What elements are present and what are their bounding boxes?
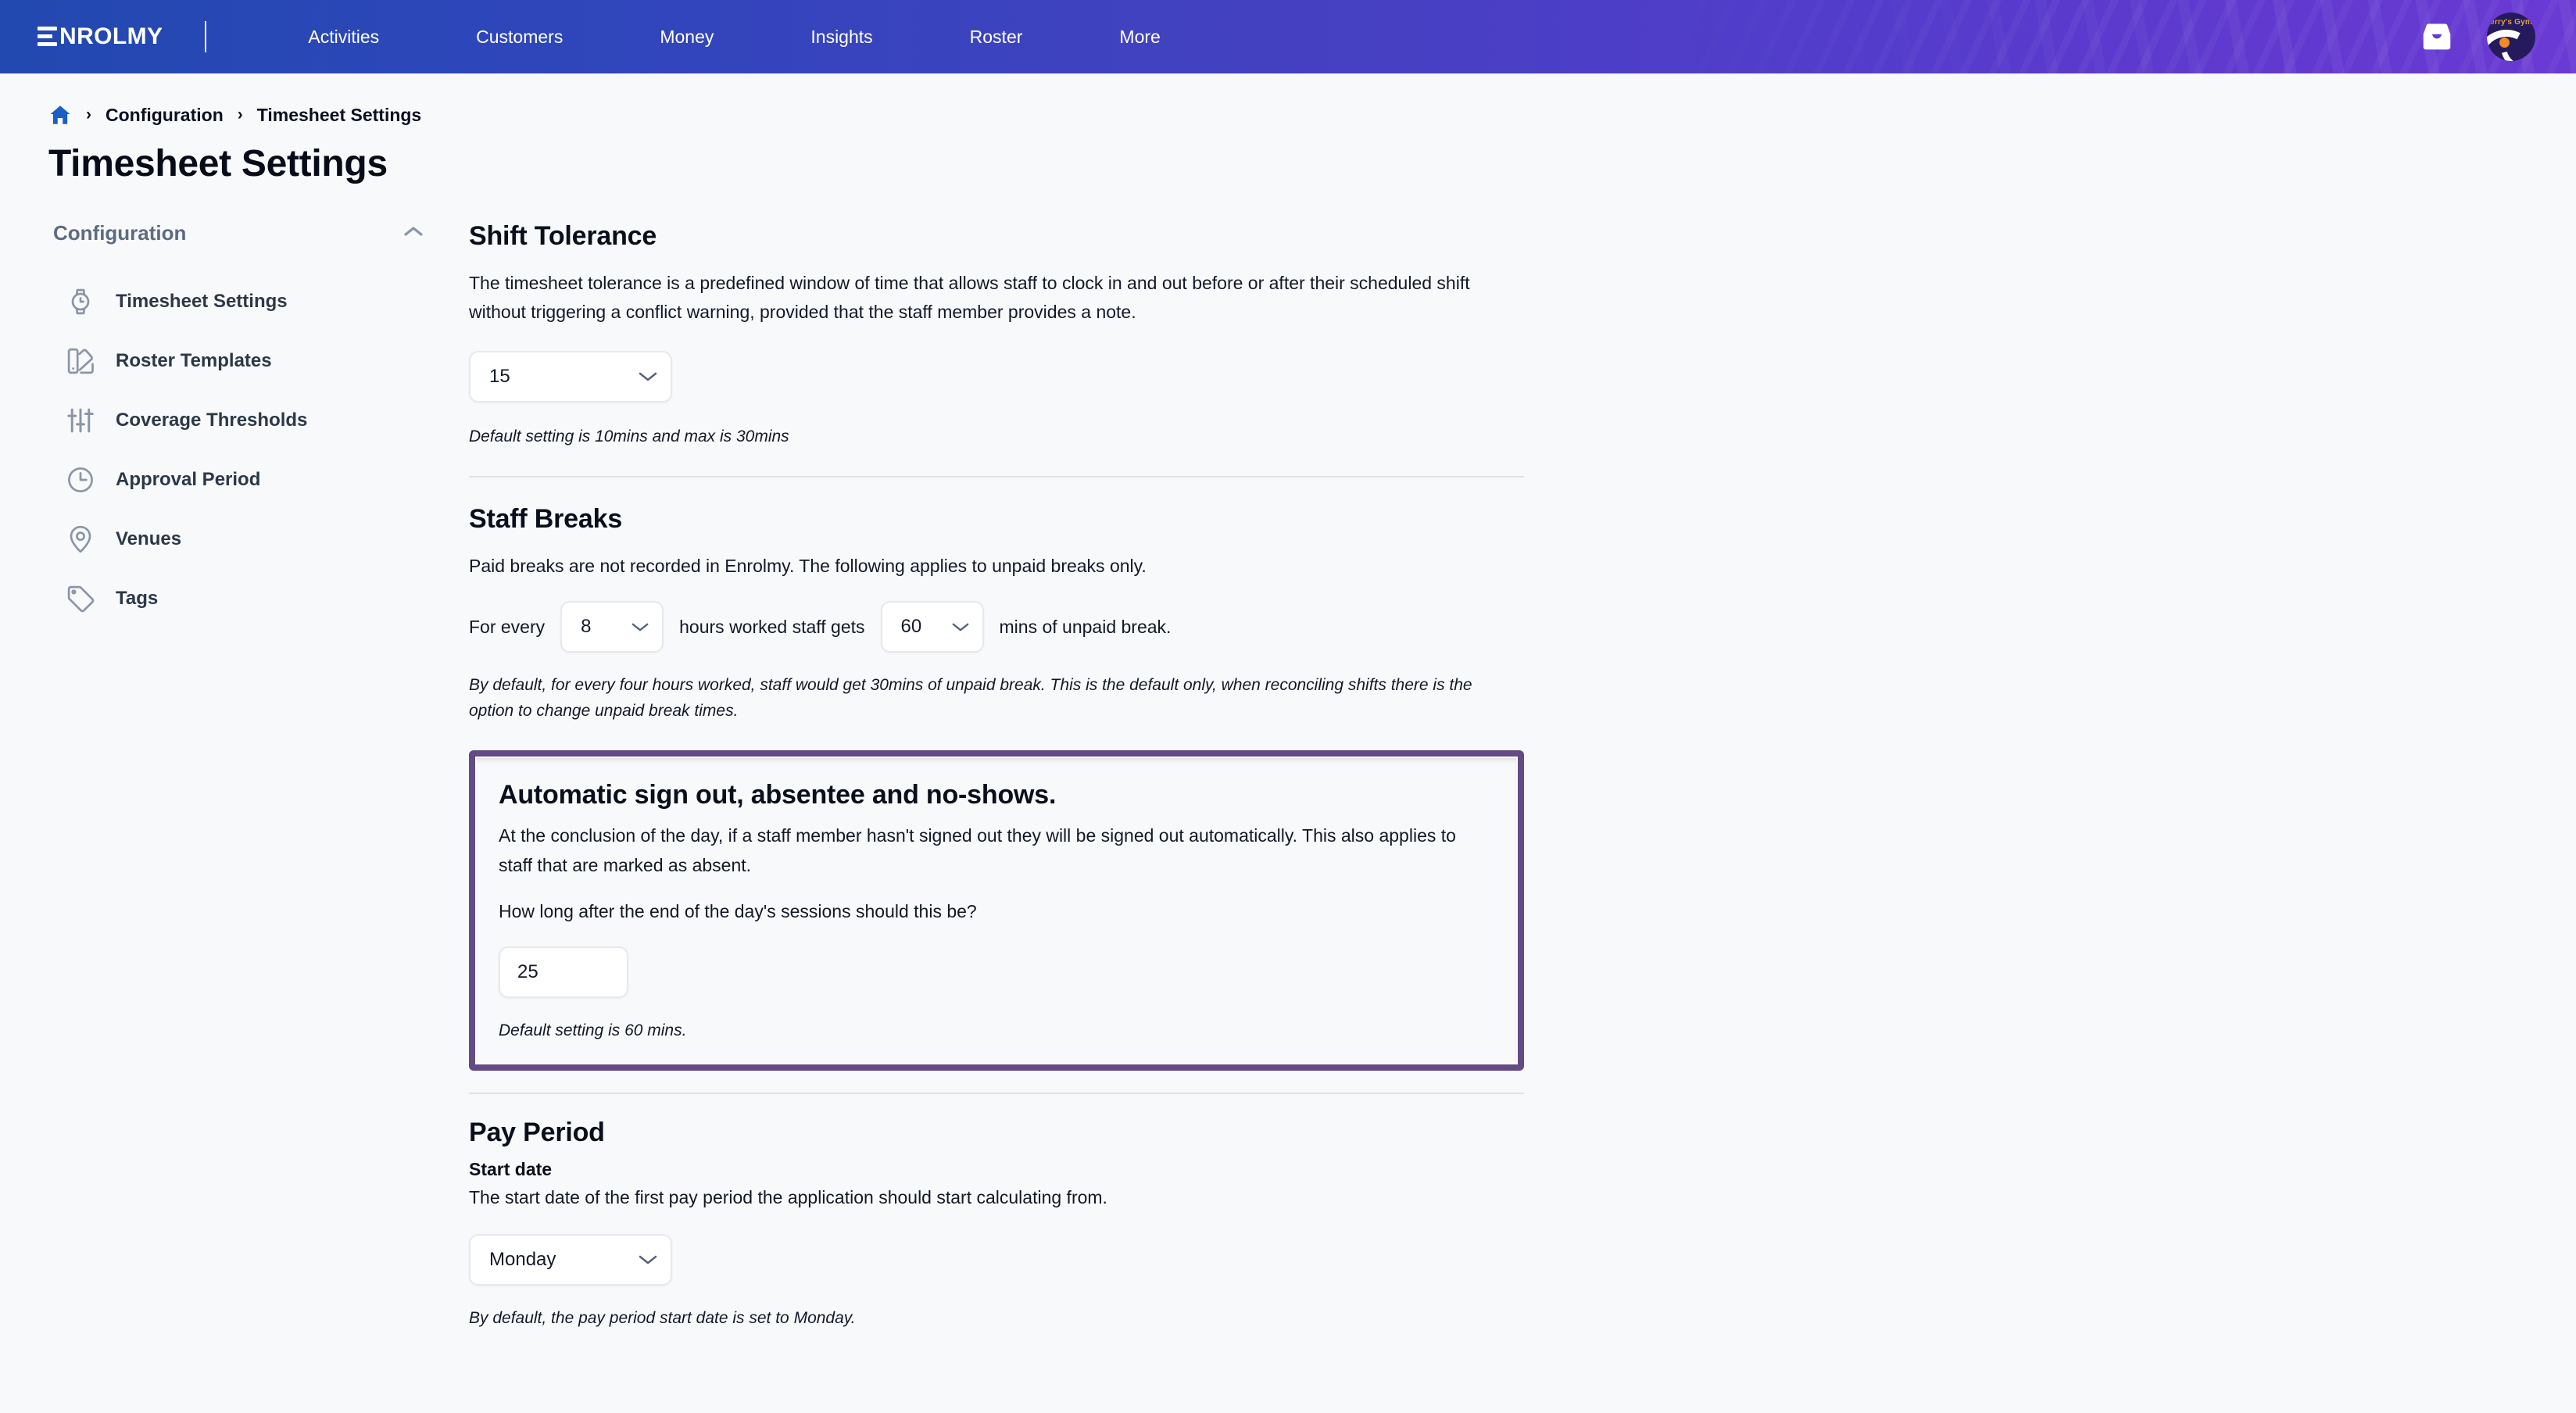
section-title: Pay Period [469, 1117, 605, 1147]
top-navigation-bar: NROLMY Activities Customers Money Insigh… [0, 0, 2576, 73]
sidebar-item-label: Coverage Thresholds [116, 410, 308, 431]
breadcrumb-separator-2: › [237, 106, 243, 123]
brand-logo[interactable]: NROLMY [38, 25, 163, 48]
sidebar-group-configuration[interactable]: Configuration [53, 221, 441, 245]
nav-link-roster[interactable]: Roster [921, 0, 1072, 73]
palette-swatch-icon [66, 346, 95, 376]
page-title: Timesheet Settings [48, 143, 388, 184]
sidebar-item-label: Roster Templates [116, 350, 272, 371]
main-content: Shift Tolerance The timesheet tolerance … [469, 221, 1524, 1331]
shift-tolerance-select[interactable]: 15 [469, 350, 672, 402]
home-icon[interactable] [48, 103, 72, 127]
nav-link-more[interactable]: More [1071, 0, 1208, 73]
chevron-down-icon [638, 1254, 658, 1266]
logo-divider [205, 21, 207, 52]
nav-link-money[interactable]: Money [611, 0, 762, 73]
staff-breaks-mins-select[interactable]: 60 [880, 601, 984, 653]
breadcrumb-item-configuration[interactable]: Configuration [106, 105, 224, 126]
staff-breaks-hours-select[interactable]: 8 [560, 601, 664, 653]
chevron-down-icon [638, 370, 658, 383]
breadcrumb-separator-1: › [86, 106, 91, 123]
sidebar-item-timesheet-settings[interactable]: Timesheet Settings [53, 272, 441, 331]
avatar[interactable]: erry's Gym [2487, 13, 2535, 61]
staff-breaks-label-after: mins of unpaid break. [999, 616, 1172, 637]
section-automatic-signout: Automatic sign out, absentee and no-show… [469, 750, 1524, 1071]
pay-period-subtitle: Start date [469, 1158, 553, 1179]
section-description: Paid breaks are not recorded in Enrolmy.… [469, 556, 1147, 577]
watch-icon [66, 287, 95, 317]
section-description: The timesheet tolerance is a predefined … [469, 273, 1470, 323]
sidebar-item-label: Timesheet Settings [116, 291, 288, 312]
pay-period-start-day-select[interactable]: Monday [469, 1233, 672, 1286]
automatic-signout-hint: Default setting is 60 mins. [499, 1021, 687, 1040]
shift-tolerance-value: 15 [489, 365, 510, 387]
section-shift-tolerance: Shift Tolerance The timesheet tolerance … [469, 221, 1524, 449]
sidebar-item-label: Tags [116, 588, 159, 609]
clock-icon [66, 465, 95, 495]
nav-link-customers[interactable]: Customers [428, 0, 611, 73]
sidebar-group-label: Configuration [53, 221, 187, 245]
staff-breaks-hours-value: 8 [581, 616, 592, 638]
staff-breaks-hint: By default, for every four hours worked,… [469, 676, 1472, 720]
sidebar-item-label: Approval Period [116, 469, 261, 490]
inbox-icon[interactable] [2420, 23, 2454, 51]
automatic-signout-input[interactable] [499, 946, 628, 999]
page-layout: Configuration Timesheet Settings Roster … [0, 221, 2576, 1331]
section-title: Shift Tolerance [469, 221, 657, 251]
page-container: › Configuration › Timesheet Settings Tim… [0, 103, 2576, 1331]
section-description: At the conclusion of the day, if a staff… [499, 825, 1456, 875]
nav-link-activities[interactable]: Activities [259, 0, 428, 73]
primary-nav-links: Activities Customers Money Insights Rost… [259, 0, 1208, 73]
staff-breaks-mins-value: 60 [900, 616, 922, 638]
tag-icon [66, 584, 95, 613]
sidebar-item-tags[interactable]: Tags [53, 569, 441, 628]
nav-right-actions: erry's Gym [2420, 13, 2535, 61]
sidebar-item-approval-period[interactable]: Approval Period [53, 450, 441, 510]
location-pin-icon [66, 524, 95, 554]
sidebar-item-venues[interactable]: Venues [53, 510, 441, 569]
sidebar-item-coverage-thresholds[interactable]: Coverage Thresholds [53, 391, 441, 450]
brand-logo-text: NROLMY [59, 23, 163, 49]
sliders-icon [66, 406, 95, 435]
staff-breaks-label-middle: hours worked staff gets [679, 616, 865, 637]
sidebar-item-label: Venues [116, 528, 182, 549]
breadcrumb: › Configuration › Timesheet Settings [48, 103, 2576, 127]
section-title: Staff Breaks [469, 504, 623, 535]
chevron-up-icon[interactable] [403, 225, 424, 241]
pay-period-start-day-value: Monday [489, 1248, 556, 1270]
nav-link-insights[interactable]: Insights [762, 0, 921, 73]
shift-tolerance-hint: Default setting is 10mins and max is 30m… [469, 427, 789, 445]
sidebar-item-roster-templates[interactable]: Roster Templates [53, 331, 441, 391]
avatar-dot [2499, 38, 2510, 48]
sidebar: Configuration Timesheet Settings Roster … [0, 221, 469, 628]
chevron-down-icon [951, 621, 970, 633]
automatic-signout-question: How long after the end of the day's sess… [499, 900, 977, 921]
section-pay-period: Pay Period Start date The start date of … [469, 1094, 1524, 1332]
section-description: The start date of the first pay period t… [469, 1186, 1107, 1207]
section-staff-breaks: Staff Breaks Paid breaks are not recorde… [469, 478, 1524, 724]
enrolmy-e-logo-icon [38, 27, 57, 47]
breadcrumb-item-timesheet-settings[interactable]: Timesheet Settings [257, 105, 421, 126]
staff-breaks-label-before: For every [469, 616, 546, 637]
section-title: Automatic sign out, absentee and no-show… [499, 780, 1057, 810]
pay-period-hint: By default, the pay period start date is… [469, 1308, 856, 1327]
chevron-down-icon [631, 621, 649, 633]
